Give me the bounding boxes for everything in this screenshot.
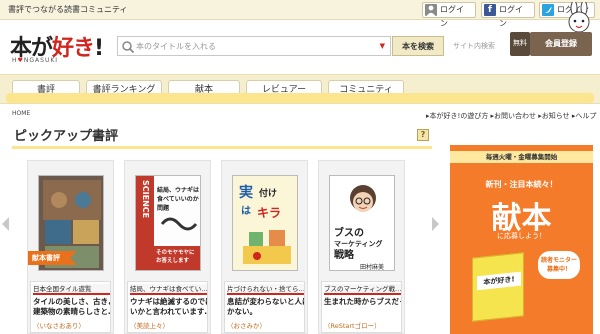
banner-headline: 新刊・注目本続々！ [485, 180, 558, 189]
review-excerpt-line: 息詰が変わらないと人は動 [227, 297, 304, 306]
review-excerpt: 息詰が変わらないと人は動 かない。 [227, 297, 304, 317]
eel-icon [160, 217, 198, 231]
review-book-title[interactable]: 片づけられない・捨てら… [227, 284, 304, 295]
help-links[interactable]: ▸本が好き!の遊び方 ▸お問い合わせ ▸お知らせ ▸ヘルプ [426, 111, 596, 121]
section-divider [12, 146, 432, 149]
review-excerpt: 生まれた時からブスだった [324, 297, 401, 307]
cover-spine-text: SCIENCE [141, 180, 150, 219]
logo-subtext: H♥NGASUKI [12, 57, 58, 64]
logo-text-3: ! [94, 36, 104, 61]
reviewer-name[interactable]: （美読上々） [130, 320, 207, 330]
book-cover[interactable]: ブスの マーケティング 戦略 田村麻美 [329, 175, 395, 271]
search-icon [122, 41, 135, 54]
monitor-bubble: 読者モニター 募集中！ [538, 251, 580, 279]
cover-subtitle: そのモヤモヤに お答えします [156, 250, 195, 264]
review-excerpt-line: いかと言われています… [130, 307, 207, 316]
review-excerpt-line: ウナギは絶滅するのではな [130, 297, 207, 306]
section-title: ピックアップ書評 [14, 129, 119, 144]
cover-title: ブスの マーケティング 戦略 [334, 228, 383, 261]
search-box: ▼ [117, 36, 391, 56]
review-card[interactable]: ブスの マーケティング 戦略 田村麻美 ブスのマーケティング戦… 生まれた時から… [318, 160, 405, 334]
carousel-prev-icon[interactable] [2, 217, 9, 231]
author-portrait [350, 185, 376, 212]
nav-underline [6, 93, 594, 103]
login-button[interactable]: ログイン [422, 2, 476, 28]
reviewer-name[interactable]: （いなさおあり） [33, 320, 110, 330]
review-excerpt: タイルの美しさ、古きよき 建築物の素晴らしさと… [33, 297, 110, 317]
cover-illustration [243, 230, 291, 264]
review-excerpt-line: 建築物の素晴らしさと… [33, 307, 110, 316]
banner-book-label: 本が好き! [477, 271, 521, 291]
book-cover[interactable]: SCIENCE 結局、ウナギは 食べていいのか問題 そのモヤモヤに お答えします [135, 175, 201, 271]
review-excerpt: ウナギは絶滅するのではな いかと言われています… [130, 297, 207, 317]
review-excerpt-line: タイルの美しさ、古きよき [33, 297, 110, 306]
search-button[interactable]: 本を検索 [392, 36, 444, 56]
logo-text-2: 好き [52, 36, 95, 61]
help-icon[interactable]: ? [417, 129, 429, 141]
review-book-title[interactable]: 結局、ウナギは食べてい… [130, 284, 207, 295]
review-card[interactable]: SCIENCE 結局、ウナギは 食べていいのか問題 そのモヤモヤに お答えします… [124, 160, 211, 334]
twitter-bird-icon [542, 4, 554, 16]
review-caption: 日本全国タイル遊覧 タイルの美しさ、古きよき 建築物の素晴らしさと… （いなさお… [30, 281, 111, 333]
logo-sub-rest: NGASUKI [23, 57, 59, 64]
facebook-login-label: ログイン [499, 5, 523, 28]
facebook-icon: f [484, 4, 496, 16]
free-badge: 無料 [510, 32, 530, 56]
banner-schedule: 毎週火曜・金曜募集開始 [450, 151, 593, 163]
site-tagline: 書評でつながる読書コミュニティ [8, 5, 128, 14]
reviewer-name[interactable]: （ReStartゴロー） [324, 320, 401, 330]
book-cover[interactable]: 実 は 付け キラ [232, 175, 298, 271]
mascot-rabbit-icon [568, 2, 590, 33]
free-book-banner[interactable]: 毎週火曜・金曜募集開始 新刊・注目本続々！ 献本 に応募しよう！ 本が好き! 読… [450, 145, 593, 334]
top-bar: 書評でつながる読書コミュニティ ログイン f ログイン t [0, 0, 600, 28]
review-caption: ブスのマーケティング戦… 生まれた時からブスだった （ReStartゴロー） [321, 281, 402, 333]
review-book-title[interactable]: ブスのマーケティング戦… [324, 284, 401, 295]
cover-title: 結局、ウナギは 食べていいのか問題 [157, 187, 200, 212]
cover-author: 田村麻美 [360, 264, 385, 271]
login-button-label: ログイン [440, 5, 464, 28]
review-caption: 結局、ウナギは食べてい… ウナギは絶滅するのではな いかと言われています… （美… [127, 281, 208, 333]
book-icon: 本が好き! [472, 252, 524, 322]
banner-subtitle: に応募しよう！ [497, 232, 546, 240]
free-book-ribbon: 献本書評 [28, 251, 77, 265]
register-button[interactable]: 会員登録 [530, 32, 592, 56]
breadcrumb[interactable]: HOME [12, 110, 30, 117]
cover-title: 実 [239, 185, 253, 201]
review-excerpt-line: 生まれた時からブスだった [324, 297, 401, 306]
carousel-next-icon[interactable] [432, 217, 439, 231]
chevron-down-icon[interactable]: ▼ [380, 42, 385, 50]
search-input[interactable] [136, 39, 366, 54]
site-search-link[interactable]: サイト内検索 [453, 41, 495, 51]
review-excerpt-line: かない。 [227, 307, 257, 316]
reviewer-name[interactable]: （おさみか） [227, 320, 304, 330]
review-card[interactable]: 実 は 付け キラ 片づけられない・捨てら… 息詰が変わらないと人は動 かない。… [221, 160, 308, 334]
review-caption: 片づけられない・捨てら… 息詰が変わらないと人は動 かない。 （おさみか） [224, 281, 305, 333]
user-icon [425, 4, 437, 16]
review-card[interactable]: 献本書評 日本全国タイル遊覧 タイルの美しさ、古きよき 建築物の素晴らしさと… … [27, 160, 114, 334]
facebook-login-button[interactable]: f ログイン [481, 2, 535, 28]
review-book-title[interactable]: 日本全国タイル遊覧 [33, 284, 110, 295]
